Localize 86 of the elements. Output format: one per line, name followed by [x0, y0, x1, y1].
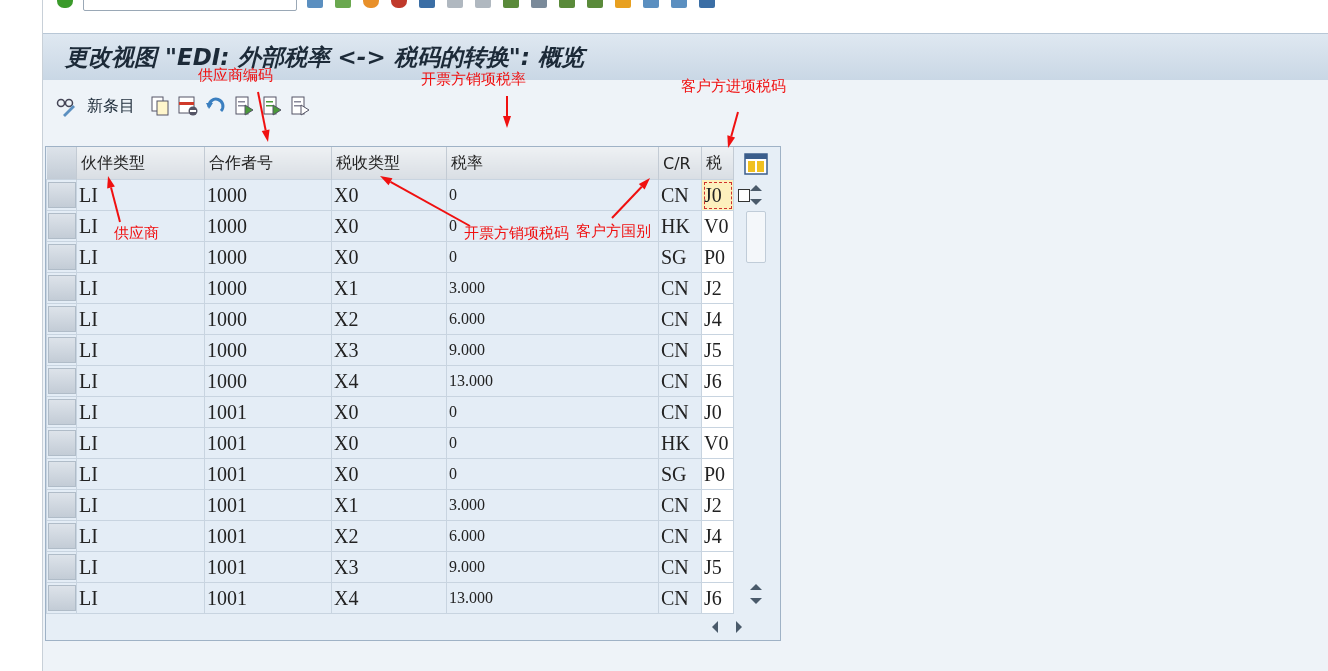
table-cell: 3.000 [446, 489, 659, 521]
table-cell: X1 [331, 272, 447, 304]
scroll-thumb[interactable] [746, 211, 766, 263]
column-header[interactable]: 税率 [446, 147, 659, 180]
scroll-up-icon[interactable] [749, 582, 763, 592]
column-header[interactable]: C/R [658, 147, 702, 180]
copy-icon[interactable] [149, 95, 171, 117]
annotation-arrow [727, 111, 739, 148]
table-cell: 1000 [204, 365, 332, 397]
column-header[interactable]: 税收类型 [331, 147, 447, 180]
table-cell: 1001 [204, 551, 332, 583]
table-cell: CN [658, 179, 702, 211]
table-cell: 1001 [204, 489, 332, 521]
table-cell: LI [76, 241, 205, 273]
scroll-right-icon[interactable] [734, 620, 744, 634]
new-entries-button[interactable]: 新条目 [83, 95, 143, 117]
document-arrow-icon[interactable] [233, 95, 255, 117]
scroll-down-icon[interactable] [749, 197, 763, 207]
value-help-icon[interactable] [738, 189, 750, 202]
scroll-left-icon[interactable] [710, 620, 720, 634]
table-cell: X3 [331, 551, 447, 583]
annotation-arrow [611, 178, 650, 219]
column-header[interactable]: 合作者号 [204, 147, 332, 180]
table-cell: 0 [446, 458, 659, 490]
table-cell: LI [76, 179, 205, 211]
table-cell: X3 [331, 334, 447, 366]
table-cell: 1000 [204, 303, 332, 335]
table-cell: X0 [331, 241, 447, 273]
column-header[interactable]: 伙伴类型 [76, 147, 205, 180]
scroll-up-icon[interactable] [749, 183, 763, 193]
table-cell: 1000 [204, 210, 332, 242]
table-cell: LI [76, 334, 205, 366]
table-cell: X0 [331, 427, 447, 459]
annotation-label: 客户方国别 [576, 222, 651, 240]
table-cell: 0 [446, 427, 659, 459]
table-cell: X2 [331, 303, 447, 335]
table-cell: 13.000 [446, 582, 659, 614]
table-cell: 1000 [204, 334, 332, 366]
table-cell: 1000 [204, 272, 332, 304]
table-cell: 6.000 [446, 303, 659, 335]
table-cell: X0 [331, 179, 447, 211]
column-settings-icon[interactable] [744, 153, 768, 175]
table-cell: 9.000 [446, 334, 659, 366]
table-cell: LI [76, 489, 205, 521]
table-cell: LI [76, 427, 205, 459]
table-cell: X4 [331, 365, 447, 397]
scroll-down-icon[interactable] [749, 596, 763, 606]
table-cell: 13.000 [446, 365, 659, 397]
table-cell: LI [76, 272, 205, 304]
table-cell: LI [76, 582, 205, 614]
table-cell: 0 [446, 241, 659, 273]
table-cell: 1000 [204, 179, 332, 211]
table-cell: 9.000 [446, 551, 659, 583]
annotation-label: 供应商 [114, 224, 159, 242]
document-arrow-icon[interactable] [289, 95, 311, 117]
annotation-arrow [503, 95, 511, 128]
table-cell: 1001 [204, 520, 332, 552]
table-cell: 1001 [204, 582, 332, 614]
column-header[interactable]: 税 [701, 147, 734, 180]
annotation-label: 开票方销项税码 [464, 224, 569, 242]
table-cell: 3.000 [446, 272, 659, 304]
delete-row-icon[interactable] [177, 95, 199, 117]
table-cell: 0 [446, 179, 659, 211]
table-cell: 6.000 [446, 520, 659, 552]
table-cell: X2 [331, 520, 447, 552]
table-cell: LI [76, 520, 205, 552]
table-cell: LI [76, 551, 205, 583]
annotation-label: 客户方进项税码 [681, 77, 786, 95]
annotation-label: 开票方销项税率 [421, 70, 526, 88]
table-cell: LI [76, 396, 205, 428]
document-arrow-icon[interactable] [261, 95, 283, 117]
table-cell: X0 [331, 210, 447, 242]
table-cell: 1001 [204, 396, 332, 428]
table-cell: LI [76, 458, 205, 490]
table-cell: X0 [331, 458, 447, 490]
table-cell: 0 [446, 396, 659, 428]
annotation-arrow [107, 176, 121, 223]
table-cell: X4 [331, 582, 447, 614]
table-cell: 1001 [204, 458, 332, 490]
table-cell: X0 [331, 396, 447, 428]
annotation-arrow [257, 91, 270, 142]
table-cell: 1001 [204, 427, 332, 459]
table-cell: X1 [331, 489, 447, 521]
table-cell: LI [76, 303, 205, 335]
table-cell: 1000 [204, 241, 332, 273]
table-cell: LI [76, 365, 205, 397]
